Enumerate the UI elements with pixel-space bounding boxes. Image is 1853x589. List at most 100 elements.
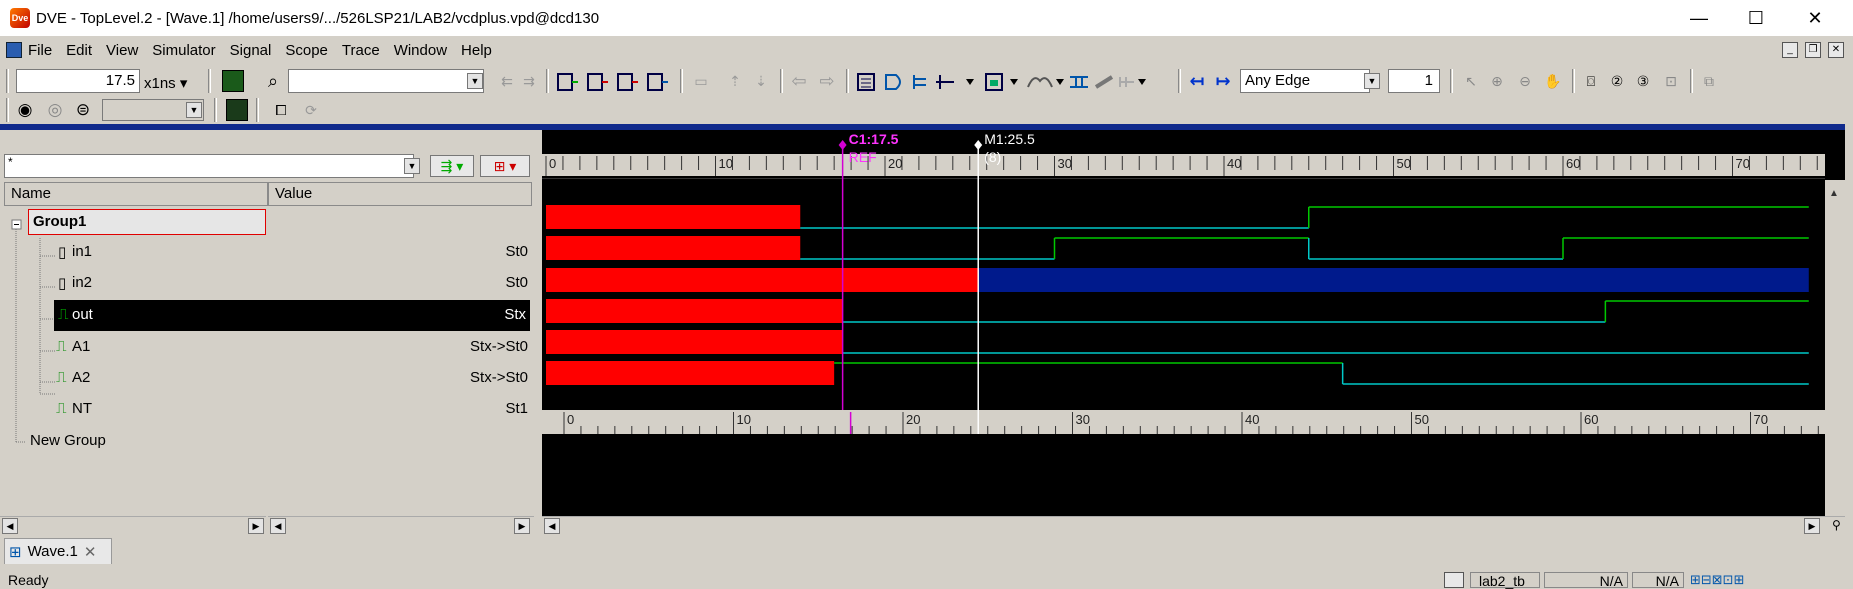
- wave-bus-segment: [978, 268, 1809, 292]
- value-hscrollbar[interactable]: ◀ ▶: [268, 516, 534, 534]
- group-label[interactable]: Group1: [28, 209, 266, 235]
- zoom-area-icon[interactable]: ⊡: [1660, 70, 1682, 92]
- zoom-fit-icon[interactable]: ⌼: [1580, 70, 1602, 92]
- search-dropdown-icon[interactable]: ▼: [467, 73, 483, 89]
- search-next-icon[interactable]: ⇉: [518, 70, 540, 92]
- wave-unknown-segment: [546, 299, 843, 323]
- prev-edge-icon[interactable]: ↤: [1186, 70, 1208, 92]
- wave-unknown-segment: [546, 268, 979, 292]
- scope-dropdown-icon[interactable]: ▼: [186, 102, 202, 118]
- signal-row-a1[interactable]: ⎍ A1 Stx->St0: [0, 332, 532, 363]
- wave-unknown-segment: [546, 205, 801, 229]
- filter-type-icon[interactable]: ⊞ ▾: [480, 155, 530, 177]
- status-tool-icons[interactable]: ⊞⊟⊠⊡⊞: [1690, 572, 1744, 588]
- scroll-right-icon[interactable]: ▶: [248, 518, 264, 534]
- name-column-header[interactable]: Name: [4, 182, 268, 206]
- search-input[interactable]: [288, 69, 484, 93]
- forward-arrow-icon[interactable]: ⇨: [816, 70, 838, 92]
- zoom-2-icon[interactable]: ②: [1606, 70, 1628, 92]
- value-column-header[interactable]: Value: [268, 182, 532, 206]
- save-icon[interactable]: ▭: [690, 70, 712, 92]
- wave-vscrollbar[interactable]: [1825, 180, 1845, 532]
- menu-help[interactable]: Help: [461, 42, 492, 59]
- edge-count-input[interactable]: 1: [1388, 69, 1440, 93]
- edge-type-select[interactable]: Any Edge: [1240, 69, 1370, 93]
- filter-options-icon[interactable]: ⇶ ▾: [430, 155, 474, 177]
- filter-dropdown-icon[interactable]: ▼: [404, 158, 420, 174]
- toolbar-separator: [1178, 69, 1181, 93]
- tree-row-group1[interactable]: Group1: [0, 206, 532, 237]
- toolbar-grip: [6, 98, 9, 122]
- menu-signal[interactable]: Signal: [230, 42, 272, 59]
- back-arrow-icon[interactable]: ⇦: [788, 70, 810, 92]
- status-lock-icon: [1444, 572, 1464, 588]
- signal-row-nt[interactable]: ⎍ NT St1: [0, 394, 532, 425]
- wave-tools-icons[interactable]: [856, 71, 1146, 93]
- zoom-3-icon[interactable]: ③: [1632, 70, 1654, 92]
- scroll-right-icon[interactable]: ▶: [1804, 518, 1820, 534]
- menu-view[interactable]: View: [106, 42, 138, 59]
- time-unit-select[interactable]: x1ns ▾: [144, 74, 187, 92]
- toolbar-separator: [1450, 69, 1453, 93]
- tab-close-icon[interactable]: ✕: [84, 543, 97, 561]
- zoom-up-icon[interactable]: ⇡: [724, 70, 746, 92]
- toolbar-separator: [1690, 69, 1693, 93]
- scope-forward-icon[interactable]: ◎: [44, 99, 66, 121]
- cursor-c1-label: C1:17.5: [849, 131, 899, 147]
- menu-scope[interactable]: Scope: [285, 42, 328, 59]
- menu-file[interactable]: File: [28, 42, 52, 59]
- scroll-left-icon[interactable]: ◀: [544, 518, 560, 534]
- top-time-ruler[interactable]: 0 10 20 30 40 50 60 70: [542, 154, 1825, 176]
- menu-trace[interactable]: Trace: [342, 42, 380, 59]
- zoom-down-icon[interactable]: ⇣: [750, 70, 772, 92]
- mdi-minimize-icon[interactable]: _: [1782, 42, 1798, 58]
- select-cursor-icon[interactable]: ↖: [1460, 70, 1482, 92]
- waveform-canvas[interactable]: 0 10 20 30 40 50 60 70 0 10 20 30 40 50 60 70 C1:17.5 …: [542, 130, 1845, 534]
- waveform-pane[interactable]: 0 10 20 30 40 50 60 70 0 10 20 30 40 50 60 70 C1:17.5 …: [542, 130, 1845, 534]
- scroll-right-icon[interactable]: ▶: [514, 518, 530, 534]
- name-hscrollbar[interactable]: ◀ ▶: [0, 516, 266, 534]
- time-input[interactable]: 17.5: [16, 69, 140, 93]
- zoom-in-icon[interactable]: ⊕: [1486, 70, 1508, 92]
- signal-row-a2[interactable]: ⎍ A2 Stx->St0: [0, 363, 532, 394]
- menu-window[interactable]: Window: [394, 42, 447, 59]
- scope-back-icon[interactable]: ◉: [14, 99, 36, 121]
- close-button[interactable]: ✕: [1786, 0, 1844, 36]
- tree-row-new-group[interactable]: New Group: [0, 426, 532, 457]
- maximize-button[interactable]: ☐: [1727, 0, 1785, 36]
- signal-row-out[interactable]: ⎍ out Stx: [54, 300, 530, 331]
- scope-list-icon[interactable]: ⊜: [72, 99, 94, 121]
- bottom-time-ruler[interactable]: 0 10 20 30 40 50 60 70: [542, 410, 1836, 434]
- mdi-close-icon[interactable]: ✕: [1828, 42, 1844, 58]
- scroll-left-icon[interactable]: ◀: [270, 518, 286, 534]
- signal-group-icon[interactable]: [226, 99, 248, 121]
- edge-type-dropdown-icon[interactable]: ▼: [1364, 73, 1380, 89]
- wave-hscrollbar[interactable]: ◀ ▶ ⚲: [542, 516, 1845, 536]
- toolbar-grip: [6, 69, 9, 93]
- minimize-button[interactable]: —: [1670, 0, 1728, 36]
- toolbar-separator: [780, 69, 783, 93]
- scroll-up-icon[interactable]: ▲: [1829, 188, 1839, 199]
- scroll-left-icon[interactable]: ◀: [2, 518, 18, 534]
- zoom-corner-icon[interactable]: ⚲: [1832, 518, 1841, 532]
- goto-time-icon[interactable]: [222, 70, 244, 92]
- signal-filter-input[interactable]: *: [4, 154, 414, 178]
- binoculars-icon[interactable]: ⌕: [262, 70, 284, 92]
- search-prev-icon[interactable]: ⇇: [496, 70, 518, 92]
- next-edge-icon[interactable]: ↦: [1212, 70, 1234, 92]
- tab-wave1[interactable]: ⊞ Wave.1 ✕: [4, 538, 112, 564]
- zoom-out-icon[interactable]: ⊖: [1514, 70, 1536, 92]
- pan-hand-icon[interactable]: ✋: [1542, 70, 1564, 92]
- menu-simulator[interactable]: Simulator: [152, 42, 215, 59]
- refresh-icon[interactable]: ⟳: [300, 99, 322, 121]
- window-icon[interactable]: ⧠: [270, 99, 292, 121]
- menu-edit[interactable]: Edit: [66, 42, 92, 59]
- app-menu-icon[interactable]: [6, 42, 22, 58]
- expand-icon[interactable]: ⧉: [1698, 70, 1720, 92]
- ruler-label: 60: [1584, 412, 1598, 427]
- signal-row-in2[interactable]: ▯ in2 St0: [0, 268, 532, 299]
- mdi-restore-icon[interactable]: ❐: [1805, 42, 1821, 58]
- signal-row-in1[interactable]: ▯ in1 St0: [0, 237, 532, 268]
- signal-tree: Group1 ▯ in1 St0 ▯ in2 St0 ⎍ out Stx ⎍ A…: [0, 206, 532, 518]
- trace-driver-icons[interactable]: [556, 71, 676, 93]
